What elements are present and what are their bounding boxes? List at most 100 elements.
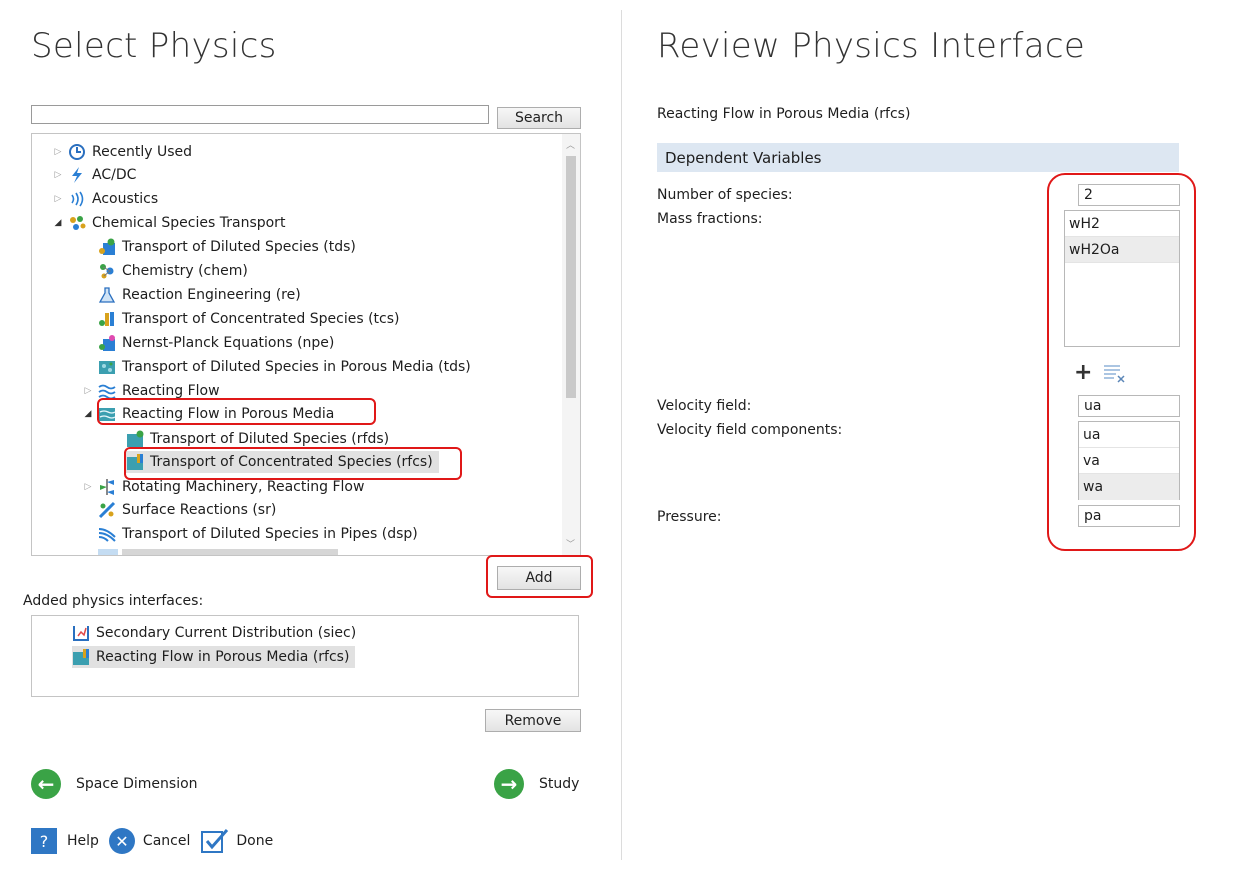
pressure-input[interactable]: pa xyxy=(1078,505,1180,527)
bottom-toolbar: ? Help ✕ Cancel Done xyxy=(31,826,273,856)
tree-item-nernst-planck[interactable]: Nernst-Planck Equations (npe) xyxy=(98,332,334,354)
tree-item-transport-diluted-species[interactable]: Transport of Diluted Species (tds) xyxy=(98,236,356,258)
mass-fraction-item[interactable]: wH2 xyxy=(1065,211,1179,237)
diluted-species-icon xyxy=(126,430,144,448)
tree-item-reaction-engineering[interactable]: Reaction Engineering (re) xyxy=(98,284,301,306)
add-item-icon[interactable]: + xyxy=(1074,362,1092,384)
clear-list-icon[interactable] xyxy=(1100,362,1128,384)
tree-item-recently-used[interactable]: ▷ Recently Used xyxy=(52,141,192,163)
tree-item-label: Transport of Concentrated Species (tcs) xyxy=(122,311,400,327)
done-checkbox-icon xyxy=(200,826,230,856)
tree-item-partial xyxy=(98,549,338,555)
scroll-up-icon[interactable]: ︿ xyxy=(566,138,575,151)
arrow-left-icon: ← xyxy=(31,769,61,799)
current-distribution-icon xyxy=(72,624,90,642)
added-item-secondary-current[interactable]: Secondary Current Distribution (siec) xyxy=(72,622,356,644)
add-button[interactable]: Add xyxy=(497,566,581,590)
tree-item-surface-reactions[interactable]: Surface Reactions (sr) xyxy=(98,499,276,521)
tree-item-acoustics[interactable]: ▷ Acoustics xyxy=(52,188,159,210)
tree-item-transport-concentrated-species[interactable]: Transport of Concentrated Species (tcs) xyxy=(98,308,399,330)
expand-icon[interactable]: ▷ xyxy=(52,194,64,204)
interface-name: Reacting Flow in Porous Media (rfcs) xyxy=(657,106,911,122)
help-button[interactable]: ? Help xyxy=(31,828,99,854)
clock-icon xyxy=(68,143,86,161)
nernst-planck-icon xyxy=(98,334,116,352)
done-button[interactable]: Done xyxy=(200,826,273,856)
species-label: Number of species: xyxy=(657,187,793,203)
search-button[interactable]: Search xyxy=(497,107,581,129)
pipes-icon xyxy=(98,525,116,543)
expand-icon[interactable]: ▷ xyxy=(82,482,94,492)
added-interfaces-list[interactable]: Secondary Current Distribution (siec) Re… xyxy=(31,615,579,697)
tree-item-label: Reacting Flow in Porous Media xyxy=(122,406,335,422)
velocity-component-item[interactable]: ua xyxy=(1079,422,1179,448)
tree-item-label: Nernst-Planck Equations (npe) xyxy=(122,335,335,351)
collapse-icon[interactable]: ◢ xyxy=(82,409,94,419)
velocity-components-list[interactable]: ua va wa xyxy=(1078,421,1180,500)
tree-item-label: Chemistry (chem) xyxy=(122,263,248,279)
tree-item-label: Transport of Diluted Species in Porous M… xyxy=(122,359,471,375)
added-interfaces-label: Added physics interfaces: xyxy=(23,593,204,609)
added-item-label: Secondary Current Distribution (siec) xyxy=(96,625,357,641)
scroll-thumb[interactable] xyxy=(566,156,576,398)
mass-fractions-list[interactable]: wH2 wH2Oa xyxy=(1064,210,1180,347)
porous-reacting-flow-icon xyxy=(72,648,90,666)
surface-reactions-icon xyxy=(98,501,116,519)
tree-item-diluted-species-porous[interactable]: Transport of Diluted Species in Porous M… xyxy=(98,356,471,378)
nav-next-study[interactable]: → Study xyxy=(494,769,579,799)
arrow-right-icon: → xyxy=(494,769,524,799)
collapse-icon[interactable]: ◢ xyxy=(52,218,64,228)
done-label: Done xyxy=(236,833,274,849)
tree-item-acdc[interactable]: ▷ AC/DC xyxy=(52,164,136,186)
search-input[interactable] xyxy=(31,105,489,124)
velocity-field-input[interactable]: ua xyxy=(1078,395,1180,417)
tree-item-chemistry[interactable]: Chemistry (chem) xyxy=(98,260,248,282)
tree-item-label: Reacting Flow xyxy=(122,383,220,399)
tree-item-label: Transport of Diluted Species in Pipes (d… xyxy=(122,526,418,542)
pane-divider xyxy=(621,10,622,860)
tree-item-reacting-flow[interactable]: ▷ Reacting Flow xyxy=(82,380,220,402)
added-item-label: Reacting Flow in Porous Media (rfcs) xyxy=(96,649,350,665)
tree-item-label: Transport of Diluted Species (rfds) xyxy=(150,431,390,447)
physics-tree[interactable]: ▷ Recently Used ▷ AC/DC ▷ Acoustics ◢ Ch… xyxy=(31,133,581,556)
help-icon: ? xyxy=(31,828,57,854)
chemistry-icon xyxy=(98,262,116,280)
remove-button[interactable]: Remove xyxy=(485,709,581,732)
chemical-species-icon xyxy=(68,214,86,232)
scroll-down-icon[interactable]: ﹀ xyxy=(566,537,575,550)
velocity-component-item[interactable]: wa xyxy=(1079,474,1179,500)
nav-back-label: Space Dimension xyxy=(76,776,198,792)
tree-item-diluted-species-rfds[interactable]: Transport of Diluted Species (rfds) xyxy=(126,428,389,450)
section-header-dependent-variables[interactable]: Dependent Variables xyxy=(657,143,1179,172)
species-count-field[interactable]: 2 xyxy=(1078,184,1180,206)
tree-item-label: Recently Used xyxy=(92,144,193,160)
expand-icon[interactable]: ▷ xyxy=(52,170,64,180)
tree-item-label: Reaction Engineering (re) xyxy=(122,287,301,303)
mass-fraction-item[interactable]: wH2Oa xyxy=(1065,237,1179,263)
tree-item-label: AC/DC xyxy=(92,167,137,183)
expand-icon[interactable]: ▷ xyxy=(52,147,64,157)
acoustics-icon xyxy=(68,190,86,208)
rotating-machinery-icon xyxy=(98,478,116,496)
cancel-label: Cancel xyxy=(142,833,191,849)
nav-back-space-dimension[interactable]: ← Space Dimension xyxy=(31,769,198,799)
diluted-species-icon xyxy=(98,238,116,256)
velocity-components-label: Velocity field components: xyxy=(657,422,843,438)
cancel-icon: ✕ xyxy=(108,828,135,854)
pressure-label: Pressure: xyxy=(657,509,722,525)
tree-scrollbar[interactable]: ︿ ﹀ xyxy=(562,134,580,555)
tree-item-diluted-species-pipes[interactable]: Transport of Diluted Species in Pipes (d… xyxy=(98,523,418,545)
cancel-button[interactable]: ✕ Cancel xyxy=(108,828,191,854)
reacting-flow-icon xyxy=(98,382,116,400)
tree-item-label: Acoustics xyxy=(92,191,159,207)
section-title: Dependent Variables xyxy=(665,148,822,167)
help-label: Help xyxy=(67,833,99,849)
expand-icon[interactable]: ▷ xyxy=(82,386,94,396)
tree-item-rotating-machinery[interactable]: ▷ Rotating Machinery, Reacting Flow xyxy=(82,476,364,498)
velocity-component-item[interactable]: va xyxy=(1079,448,1179,474)
tree-item-reacting-flow-porous-media[interactable]: ◢ Reacting Flow in Porous Media xyxy=(82,403,335,425)
added-item-reacting-flow-porous[interactable]: Reacting Flow in Porous Media (rfcs) xyxy=(72,646,356,668)
tree-item-concentrated-species-rfcs[interactable]: Transport of Concentrated Species (rfcs) xyxy=(126,451,439,473)
tree-item-chemical-species-transport[interactable]: ◢ Chemical Species Transport xyxy=(52,212,286,234)
concentrated-species-icon xyxy=(126,453,144,471)
